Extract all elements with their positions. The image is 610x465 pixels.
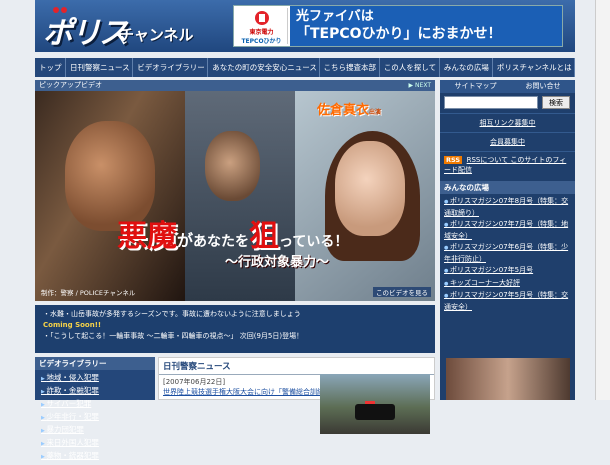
banner-brand-hikari: TEPCOひかり bbox=[241, 38, 282, 45]
police-car-image bbox=[355, 401, 395, 420]
tepco-logo: 東京電力 TEPCOひかり bbox=[236, 8, 288, 45]
community-title: みんなの広場 bbox=[440, 181, 575, 194]
rss-link[interactable]: RSSについて このサイトのフィード配信 bbox=[444, 156, 566, 174]
actress-name: 佐倉真衣出演 bbox=[317, 99, 381, 118]
community-item[interactable]: ポリスマガジン07年7月号（特集：地域安全） bbox=[444, 219, 571, 241]
nav-daily-news[interactable]: 日刊警察ニュース bbox=[66, 58, 134, 77]
daily-news-panel: 日刊警察ニュース [2007年06月22日] 世界陸上競技選手権大阪大会に向け「… bbox=[158, 357, 435, 434]
library-item-gang[interactable]: 暴力団犯罪 bbox=[41, 424, 149, 437]
community-item[interactable]: キッズコーナー大好評 bbox=[444, 278, 571, 290]
banner-brand-name: 東京電力 bbox=[249, 29, 274, 36]
link-exchange-link[interactable]: 相互リンク募集中 bbox=[440, 113, 575, 132]
library-item-juvenile[interactable]: 少年非行・犯罪 bbox=[41, 411, 149, 424]
logo-main-text: ポリス bbox=[43, 16, 129, 51]
video-library-list: 地域・侵入犯罪 詐欺・金融犯罪 サイバー犯罪 少年非行・犯罪 暴力団犯罪 来日外… bbox=[35, 370, 155, 465]
search-button[interactable]: 検索 bbox=[542, 96, 570, 109]
sidebar-utility-links: サイトマップ お問い合せ bbox=[440, 80, 575, 93]
actress-name-text: 佐倉真衣 bbox=[317, 103, 370, 118]
tepco-banner-ad[interactable]: 東京電力 TEPCOひかり 光ファイバは 「TEPCOひかり」におまかせ！ bbox=[233, 5, 563, 47]
community-item[interactable]: ポリスマガジン07年5月号（特集：交通安全） bbox=[444, 290, 571, 312]
video-subtitle: 〜行政対象暴力〜 bbox=[225, 255, 330, 270]
banner-line-1: 光ファイバは bbox=[296, 9, 374, 24]
main-column: ピックアップビデオ ▶ NEXT 佐倉真衣出演 悪魔があなたを狙っている！ 〜行… bbox=[35, 80, 435, 460]
pickup-video-title: ピックアップビデオ bbox=[39, 81, 102, 89]
pickup-video-hero[interactable]: 佐倉真衣出演 悪魔があなたを狙っている！ 〜行政対象暴力〜 制作：警察 / PO… bbox=[35, 91, 435, 301]
watch-video-link[interactable]: このビデオを見る bbox=[373, 287, 431, 297]
site-header: ポリス チャンネル 東京電力 TEPCOひかり 光ファイバは 「TEPCOひかり… bbox=[35, 0, 575, 52]
main-nav: トップ 日刊警察ニュース ビデオライブラリー あなたの町の安全安心ニュース こち… bbox=[35, 58, 575, 77]
tepco-mark-icon bbox=[254, 11, 269, 25]
library-item-foreign[interactable]: 来日外国人犯罪 bbox=[41, 437, 149, 450]
logo-sub-text: チャンネル bbox=[119, 26, 194, 44]
daily-news-thumbnail[interactable] bbox=[320, 374, 430, 434]
video-credit: 制作：警察 / POLICEチャンネル bbox=[41, 289, 136, 297]
video-title-anata: あなたを bbox=[193, 234, 250, 250]
rss-icon[interactable]: RSS bbox=[444, 156, 463, 164]
nav-community[interactable]: みんなの広場 bbox=[440, 58, 493, 77]
sidebar-photo[interactable] bbox=[446, 358, 570, 400]
video-title-ga: が bbox=[177, 231, 194, 250]
video-library-title: ビデオライブラリー bbox=[35, 357, 155, 370]
site-search: 検索 bbox=[444, 96, 571, 110]
notice-line-1[interactable]: ・水難・山岳事故が多発するシーズンです。事故に遭わないように注意しましょう bbox=[43, 309, 427, 320]
police-channel-logo[interactable]: ポリス チャンネル bbox=[43, 6, 223, 51]
video-title: 悪魔があなたを狙っている！ bbox=[117, 211, 348, 255]
nav-investigation-hq[interactable]: こちら捜査本部 bbox=[320, 58, 380, 77]
search-input[interactable] bbox=[444, 96, 538, 109]
nav-about[interactable]: ポリスチャンネルとは bbox=[493, 58, 575, 77]
video-title-akuma: 悪魔 bbox=[117, 219, 177, 254]
library-item-drugs[interactable]: 薬物・銃器犯罪 bbox=[41, 450, 149, 463]
community-item[interactable]: ポリスマガジン07年5月号 bbox=[444, 265, 571, 277]
nav-local-safety-news[interactable]: あなたの町の安全安心ニュース bbox=[208, 58, 320, 77]
contact-link[interactable]: お問い合せ bbox=[526, 80, 561, 93]
library-item-area-crime[interactable]: 地域・侵入犯罪 bbox=[41, 372, 149, 385]
hero-actor-middle bbox=[205, 131, 260, 201]
pickup-video-header: ピックアップビデオ ▶ NEXT bbox=[35, 80, 435, 91]
page-scrollbar[interactable] bbox=[595, 0, 610, 400]
page: ポリス チャンネル 東京電力 TEPCOひかり 光ファイバは 「TEPCOひかり… bbox=[0, 0, 610, 460]
notice-strip: ・水難・山岳事故が多発するシーズンです。事故に遭わないように注意しましょう Co… bbox=[35, 305, 435, 353]
video-title-nerai: 狙 bbox=[249, 219, 280, 254]
pickup-next-link[interactable]: ▶ NEXT bbox=[409, 80, 431, 91]
rss-row: RSS RSSについて このサイトのフィード配信 bbox=[440, 151, 575, 178]
nav-video-library[interactable]: ビデオライブラリー bbox=[133, 58, 209, 77]
banner-line-2: 「TEPCOひかり」におまかせ！ bbox=[296, 26, 502, 42]
library-item-fraud[interactable]: 詐欺・金融犯罪 bbox=[41, 385, 149, 398]
banner-copy: 光ファイバは 「TEPCOひかり」におまかせ！ bbox=[290, 6, 562, 46]
member-signup-link[interactable]: 会員募集中 bbox=[440, 132, 575, 151]
community-item[interactable]: ポリスマガジン07年8月号（特集：交通取締り） bbox=[444, 196, 571, 218]
daily-news-title: 日刊警察ニュース bbox=[159, 358, 434, 375]
sitemap-link[interactable]: サイトマップ bbox=[455, 80, 497, 93]
nav-missing-persons[interactable]: この人を探して bbox=[380, 58, 440, 77]
community-item[interactable]: ポリスマガジン07年6月号（特集：少年非行防止） bbox=[444, 242, 571, 264]
actress-note: 出演 bbox=[369, 109, 382, 116]
community-list: ポリスマガジン07年8月号（特集：交通取締り） ポリスマガジン07年7月号（特集… bbox=[440, 194, 575, 315]
coming-soon-label: Coming Soon!! bbox=[43, 321, 102, 329]
nav-top[interactable]: トップ bbox=[35, 58, 66, 77]
right-sidebar: サイトマップ お問い合せ 検索 相互リンク募集中 会員募集中 RSS RSSにつ… bbox=[440, 80, 575, 400]
notice-line-2[interactable]: ・「こうして起こる！一輪車事故 〜二輪車・四輪車の視点〜」 次回(9月5日)登場… bbox=[43, 331, 427, 342]
video-library-panel: ビデオライブラリー 地域・侵入犯罪 詐欺・金融犯罪 サイバー犯罪 少年非行・犯罪… bbox=[35, 357, 155, 460]
video-title-tteiru: っている！ bbox=[279, 234, 349, 250]
